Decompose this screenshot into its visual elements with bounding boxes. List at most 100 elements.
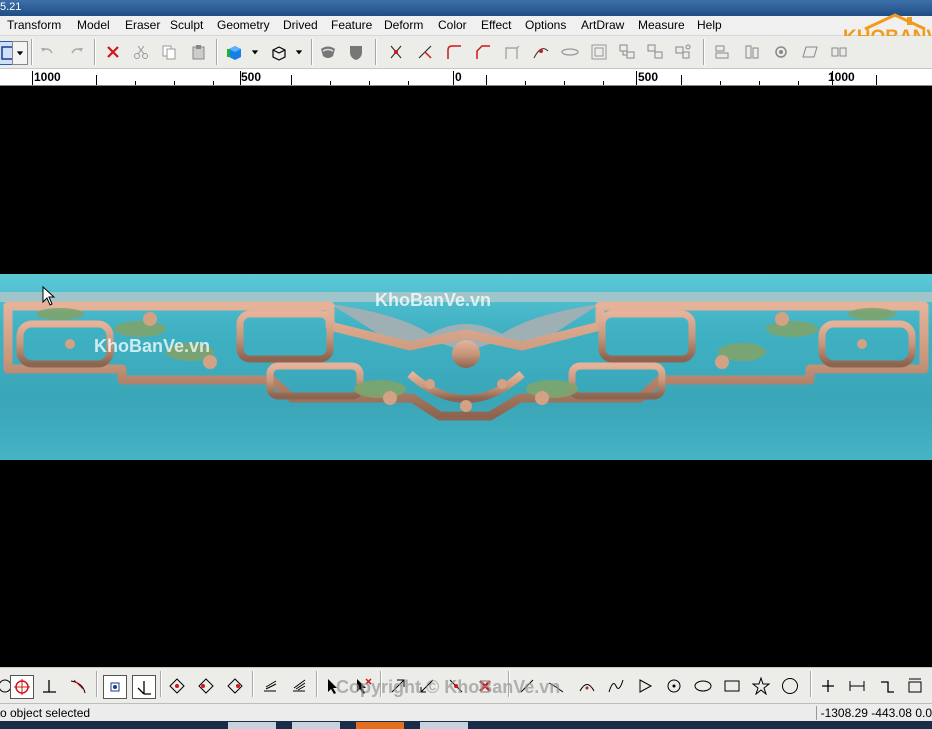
node-diamond-button-1[interactable] <box>166 675 188 697</box>
menu-effect[interactable]: Effect <box>481 18 511 32</box>
taskbar-item-3[interactable] <box>356 722 404 729</box>
align-center-button[interactable] <box>741 41 763 63</box>
extend-tool-button[interactable] <box>414 41 436 63</box>
offset-tool-button[interactable] <box>588 41 610 63</box>
color-cube-button[interactable] <box>224 41 246 63</box>
grid-snap-button[interactable] <box>103 675 127 699</box>
menu-geometry[interactable]: Geometry <box>217 18 270 32</box>
cut-button[interactable] <box>130 41 152 63</box>
arc-icon <box>579 684 595 692</box>
group-tool-button[interactable] <box>616 41 638 63</box>
redo-button[interactable] <box>66 41 88 63</box>
arc-tool-button[interactable] <box>576 675 598 697</box>
align-center-icon <box>745 45 759 59</box>
shade-button[interactable] <box>317 41 339 63</box>
view-cube-button[interactable] <box>268 41 290 63</box>
menu-help[interactable]: Help <box>697 18 722 32</box>
offset-rect-icon <box>591 44 607 60</box>
flat-ellipse-icon <box>561 48 579 56</box>
menu-eraser[interactable]: Eraser <box>125 18 160 32</box>
snap-perpendicular-button[interactable] <box>38 675 60 697</box>
box-dim-button[interactable] <box>904 675 926 697</box>
chamfer-tool-button[interactable] <box>472 41 494 63</box>
skew-tool-button[interactable] <box>799 41 821 63</box>
undo-icon <box>41 48 53 54</box>
star-tool-button[interactable] <box>750 675 772 697</box>
curve-tool-button[interactable] <box>605 675 627 697</box>
red-x-icon <box>107 46 119 58</box>
plus-icon <box>822 680 834 692</box>
menu-measure[interactable]: Measure <box>638 18 685 32</box>
paste-button[interactable] <box>188 41 210 63</box>
align-left-button[interactable] <box>712 41 734 63</box>
undo-button[interactable] <box>36 41 58 63</box>
menu-drived[interactable]: Drived <box>283 18 318 32</box>
trim-tool-button[interactable] <box>385 41 407 63</box>
menu-bar: Transform Model Eraser Sculpt Geometry D… <box>0 16 932 36</box>
watermark-main: KhoBanVe.vn <box>375 290 492 310</box>
view-cube-dropdown[interactable] <box>292 41 306 63</box>
chamfer-corner-icon <box>476 45 490 59</box>
select-mode-dropdown[interactable] <box>12 41 28 65</box>
perpendicular-icon <box>43 680 56 693</box>
node-edit-button[interactable] <box>530 41 552 63</box>
triangle-tool-button[interactable] <box>634 675 656 697</box>
paste-icon <box>192 45 205 60</box>
axis-icon <box>137 681 151 695</box>
ruler-label-neg1000: 1000 <box>34 70 61 84</box>
shield-shade-button[interactable] <box>345 41 367 63</box>
combine-tool-button[interactable] <box>672 41 694 63</box>
delete-button[interactable] <box>102 41 124 63</box>
menu-transform[interactable]: Transform <box>7 18 61 32</box>
point-tool-button[interactable] <box>817 675 839 697</box>
taskbar-item-4[interactable] <box>420 722 468 729</box>
relief-background-band: KhoBanVe.vn KhoBanVe.vn <box>0 274 932 460</box>
redo-icon <box>71 48 83 54</box>
menu-color[interactable]: Color <box>438 18 467 32</box>
drawing-toolbar: Copyright © KhoBanVe.vn <box>0 667 932 704</box>
rotate-tool-button[interactable] <box>770 41 792 63</box>
snap-tangent-button[interactable] <box>67 675 89 697</box>
coordinate-readout: -1308.29 -443.08 0.0 <box>815 706 932 720</box>
menu-options[interactable]: Options <box>525 18 566 32</box>
menu-deform[interactable]: Deform <box>384 18 423 32</box>
node-diamond-button-2[interactable] <box>195 675 217 697</box>
star-icon <box>752 677 770 695</box>
hatch-tool-button[interactable] <box>259 675 281 697</box>
menu-model[interactable]: Model <box>77 18 110 32</box>
dimension-tool-button[interactable] <box>846 675 868 697</box>
copy-button[interactable] <box>158 41 180 63</box>
watermark-copyright: Copyright © KhoBanVe.vn <box>336 677 561 697</box>
menu-feature[interactable]: Feature <box>331 18 372 32</box>
polygon-tool-button[interactable] <box>779 675 801 697</box>
corner-tool-button[interactable] <box>501 41 523 63</box>
trim-icon <box>390 45 402 59</box>
taskbar-item-1[interactable] <box>228 722 276 729</box>
color-cube-dropdown[interactable] <box>248 41 262 63</box>
node-diamond-button-3[interactable] <box>224 675 246 697</box>
axis-snap-button[interactable] <box>132 675 156 699</box>
model-viewport[interactable]: KhoBanVe.vn KhoBanVe.vn <box>0 86 932 666</box>
menu-sculpt[interactable]: Sculpt <box>170 18 203 32</box>
hatch-multi-button[interactable] <box>288 675 310 697</box>
mouse-cursor-icon <box>42 286 56 306</box>
rectangle-tool-button[interactable] <box>721 675 743 697</box>
fillet-tool-button[interactable] <box>443 41 465 63</box>
circle-icon <box>667 679 681 693</box>
ungroup-tool-button[interactable] <box>644 41 666 63</box>
ellipse-tool-button[interactable] <box>559 41 581 63</box>
fillet-corner-icon <box>447 45 461 59</box>
title-bar: 5.21 <box>0 0 932 16</box>
shaded-dome-icon <box>321 46 335 58</box>
mirror-tool-button[interactable] <box>828 41 850 63</box>
ellipse-icon <box>694 680 712 692</box>
taskbar-item-2[interactable] <box>292 722 340 729</box>
menu-artdraw[interactable]: ArtDraw <box>581 18 624 32</box>
ruler-label-neg500: 500 <box>241 70 262 84</box>
circle-tool-button[interactable] <box>663 675 685 697</box>
snap-circle-button[interactable] <box>10 675 34 699</box>
angle-dim-button[interactable] <box>876 675 898 697</box>
selection-status: o object selected <box>0 706 91 720</box>
tangent-icon <box>70 679 86 694</box>
ellipse-draw-button[interactable] <box>692 675 714 697</box>
